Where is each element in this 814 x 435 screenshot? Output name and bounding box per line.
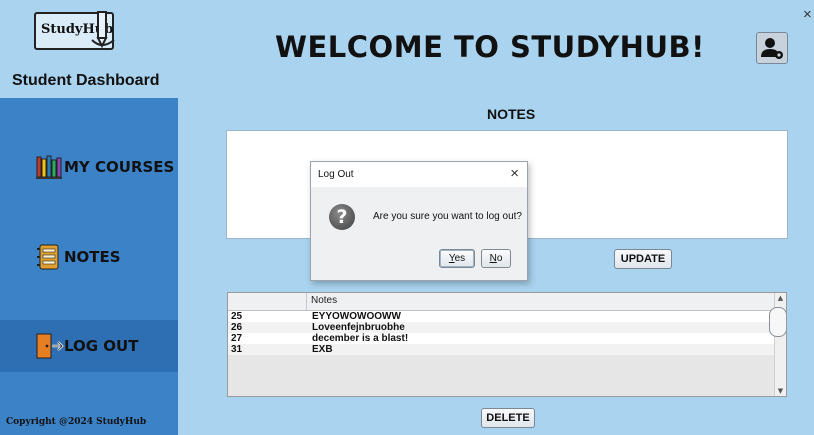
sidebar-item-label: NOTES (64, 248, 121, 266)
row-id: 27 (231, 333, 243, 344)
scroll-thumb[interactable] (769, 307, 786, 337)
logout-dialog: Log Out × ? Are you sure you want to log… (310, 161, 528, 281)
header-bar: StudyHub Student Dashboard WELCOME TO ST… (0, 0, 814, 98)
sidebar-item-label: LOG OUT (64, 337, 139, 355)
column-divider (306, 293, 307, 310)
notes-title: NOTES (487, 106, 536, 122)
sidebar-item-my-courses[interactable]: MY COURSES (0, 136, 178, 196)
exit-door-icon (36, 333, 64, 359)
row-note: Loveenfejnbruobhe (312, 322, 405, 333)
yes-label-rest: es (454, 253, 466, 264)
table-row[interactable]: 26 Loveenfejnbruobhe (228, 322, 774, 333)
notebook-icon (37, 244, 59, 270)
no-button[interactable]: No (481, 249, 511, 268)
no-label-rest: o (496, 253, 503, 264)
row-note: EXB (312, 344, 333, 355)
sidebar: MY COURSES NOTES LOG OUT Copyright @2024… (0, 98, 178, 435)
sidebar-item-notes[interactable]: NOTES (0, 226, 178, 286)
user-settings-icon (761, 38, 783, 59)
row-note: december is a blast! (312, 333, 409, 344)
dashboard-title: Student Dashboard (12, 72, 160, 89)
studyhub-logo: StudyHub (34, 11, 115, 50)
table-row[interactable]: 25 EYYOWOWOOWW (228, 311, 774, 322)
books-icon (36, 155, 62, 179)
row-id: 26 (231, 322, 243, 333)
row-id: 31 (231, 344, 243, 355)
delete-button[interactable]: DELETE (481, 408, 535, 428)
no-mnemonic: N (489, 253, 497, 264)
welcome-heading: WELCOME TO STUDYHUB! (275, 30, 705, 64)
table-header: Notes (228, 293, 774, 311)
column-header-notes[interactable]: Notes (311, 295, 337, 306)
table-row[interactable]: 27 december is a blast! (228, 333, 774, 344)
dialog-body: ? Are you sure you want to log out? Yes … (311, 187, 527, 280)
row-id: 25 (231, 311, 243, 322)
question-icon: ? (329, 204, 355, 230)
window-close-button[interactable]: × (803, 6, 812, 23)
table-row[interactable]: 31 EXB (228, 344, 774, 355)
dialog-title: Log Out (318, 169, 354, 180)
table-scrollbar[interactable]: ▲ ▼ (769, 293, 786, 396)
notes-table[interactable]: Notes 25 EYYOWOWOOWW 26 Loveenfejnbruobh… (227, 292, 787, 397)
dialog-message: Are you sure you want to log out? (373, 211, 522, 222)
copyright-text: Copyright @2024 StudyHub (6, 417, 147, 427)
yes-button[interactable]: Yes (439, 249, 475, 268)
dialog-close-button[interactable]: × (510, 165, 519, 182)
account-button[interactable] (756, 32, 788, 64)
row-note: EYYOWOWOOWW (312, 311, 401, 322)
pencil-icon (91, 11, 115, 49)
scroll-up-icon[interactable]: ▲ (776, 293, 785, 303)
table-body: 25 EYYOWOWOOWW 26 Loveenfejnbruobhe 27 d… (228, 311, 774, 355)
sidebar-item-log-out[interactable]: LOG OUT (0, 320, 178, 372)
scroll-down-icon[interactable]: ▼ (776, 386, 785, 396)
update-button[interactable]: UPDATE (614, 249, 672, 269)
sidebar-item-label: MY COURSES (64, 158, 175, 176)
